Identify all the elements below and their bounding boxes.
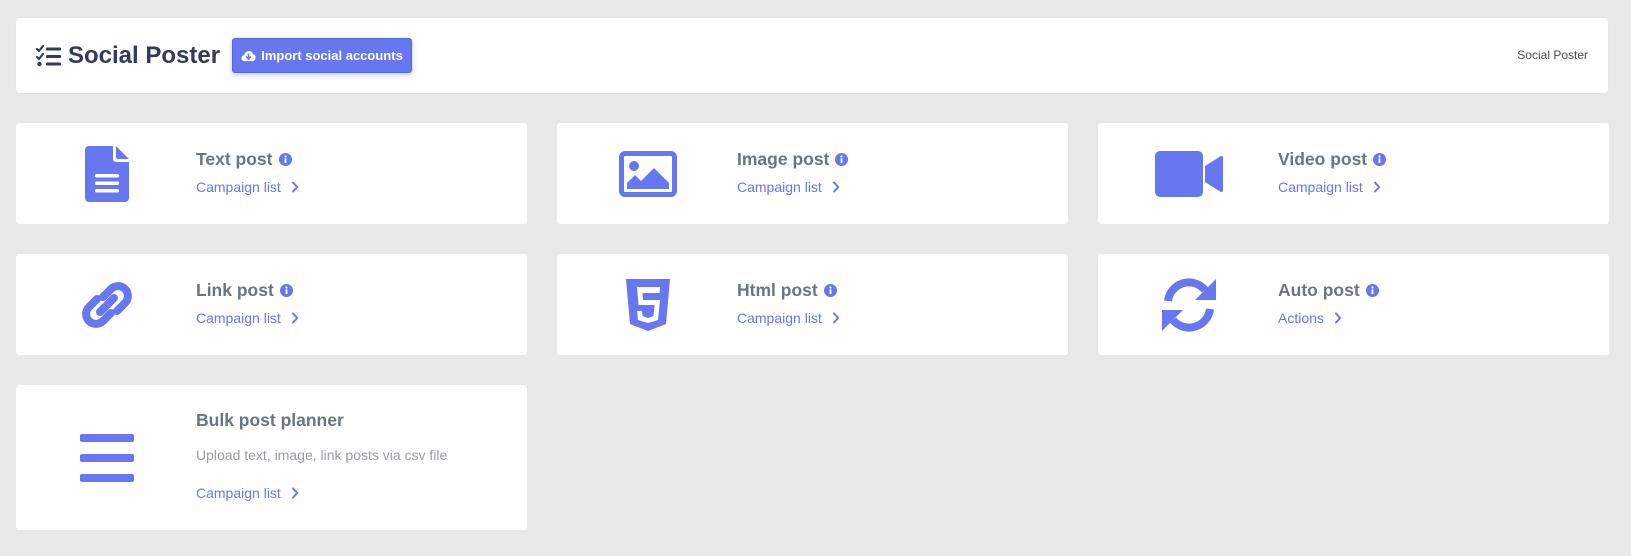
breadcrumb: Social Poster xyxy=(1517,48,1588,62)
card-text-post: Text post Campaign list xyxy=(16,123,527,224)
card-icon-box xyxy=(42,123,172,224)
card-title-text: Html post xyxy=(737,280,818,300)
chevron-right-icon xyxy=(1373,181,1381,193)
cloud-download-icon xyxy=(241,50,256,61)
card-icon-box xyxy=(1124,123,1254,224)
card-title-text: Video post xyxy=(1278,149,1368,169)
card-title-text: Bulk post planner xyxy=(196,410,344,430)
card-title: Text post xyxy=(196,149,292,170)
link-label: Actions xyxy=(1278,310,1324,326)
campaign-list-link[interactable]: Campaign list xyxy=(737,310,840,326)
card-video-post: Video post Campaign list xyxy=(1098,123,1609,224)
campaign-list-link[interactable]: Campaign list xyxy=(196,485,299,501)
card-description: Upload text, image, link posts via csv f… xyxy=(196,447,448,463)
card-title-text: Text post xyxy=(196,149,273,169)
page-header: Social Poster Import social accounts Soc… xyxy=(16,18,1608,93)
campaign-list-link[interactable]: Campaign list xyxy=(196,179,299,195)
link-icon xyxy=(82,281,132,328)
chevron-right-icon xyxy=(1334,312,1342,324)
chevron-right-icon xyxy=(291,181,299,193)
card-title-text: Auto post xyxy=(1278,280,1360,300)
card-title-text: Image post xyxy=(737,149,830,169)
card-icon-box xyxy=(42,385,172,530)
campaign-list-link[interactable]: Campaign list xyxy=(196,310,299,326)
card-icon-box xyxy=(583,123,713,224)
link-label: Campaign list xyxy=(1278,179,1363,195)
info-circle-icon[interactable] xyxy=(823,284,837,297)
info-circle-icon[interactable] xyxy=(1365,284,1379,297)
campaign-list-link[interactable]: Campaign list xyxy=(737,179,840,195)
card-title: Video post xyxy=(1278,149,1387,170)
chevron-right-icon xyxy=(832,181,840,193)
html5-icon xyxy=(626,278,670,331)
image-icon xyxy=(619,150,677,197)
link-label: Campaign list xyxy=(196,485,281,501)
actions-link[interactable]: Actions xyxy=(1278,310,1342,326)
link-label: Campaign list xyxy=(196,310,281,326)
import-social-accounts-button[interactable]: Import social accounts xyxy=(232,38,412,73)
card-image-post: Image post Campaign list xyxy=(557,123,1068,224)
info-circle-icon[interactable] xyxy=(279,284,293,297)
card-html-post: Html post Campaign list xyxy=(557,254,1068,355)
import-button-label: Import social accounts xyxy=(261,48,403,63)
campaign-list-link[interactable]: Campaign list xyxy=(1278,179,1381,195)
card-title: Image post xyxy=(737,149,849,170)
page-title-group: Social Poster xyxy=(36,18,220,93)
card-icon-box xyxy=(1124,254,1254,355)
link-label: Campaign list xyxy=(196,179,281,195)
card-title: Html post xyxy=(737,280,837,301)
info-circle-icon[interactable] xyxy=(835,153,849,166)
card-icon-box xyxy=(583,254,713,355)
chevron-right-icon xyxy=(832,312,840,324)
card-title: Link post xyxy=(196,280,293,301)
info-circle-icon[interactable] xyxy=(1373,153,1387,166)
card-link-post: Link post Campaign list xyxy=(16,254,527,355)
card-title: Bulk post planner xyxy=(196,410,344,431)
chevron-right-icon xyxy=(291,487,299,499)
info-circle-icon[interactable] xyxy=(278,153,292,166)
card-auto-post: Auto post Actions xyxy=(1098,254,1609,355)
card-icon-box xyxy=(42,254,172,355)
chevron-right-icon xyxy=(291,312,299,324)
video-camera-icon xyxy=(1155,150,1223,197)
card-bulk-post-planner: Bulk post planner Upload text, image, li… xyxy=(16,385,527,530)
link-label: Campaign list xyxy=(737,310,822,326)
link-label: Campaign list xyxy=(737,179,822,195)
sync-icon xyxy=(1162,277,1216,332)
page-title: Social Poster xyxy=(68,41,221,69)
bars-icon xyxy=(80,433,134,482)
file-text-icon xyxy=(85,145,129,202)
tasks-icon xyxy=(36,44,61,66)
card-title: Auto post xyxy=(1278,280,1379,301)
card-title-text: Link post xyxy=(196,280,274,300)
